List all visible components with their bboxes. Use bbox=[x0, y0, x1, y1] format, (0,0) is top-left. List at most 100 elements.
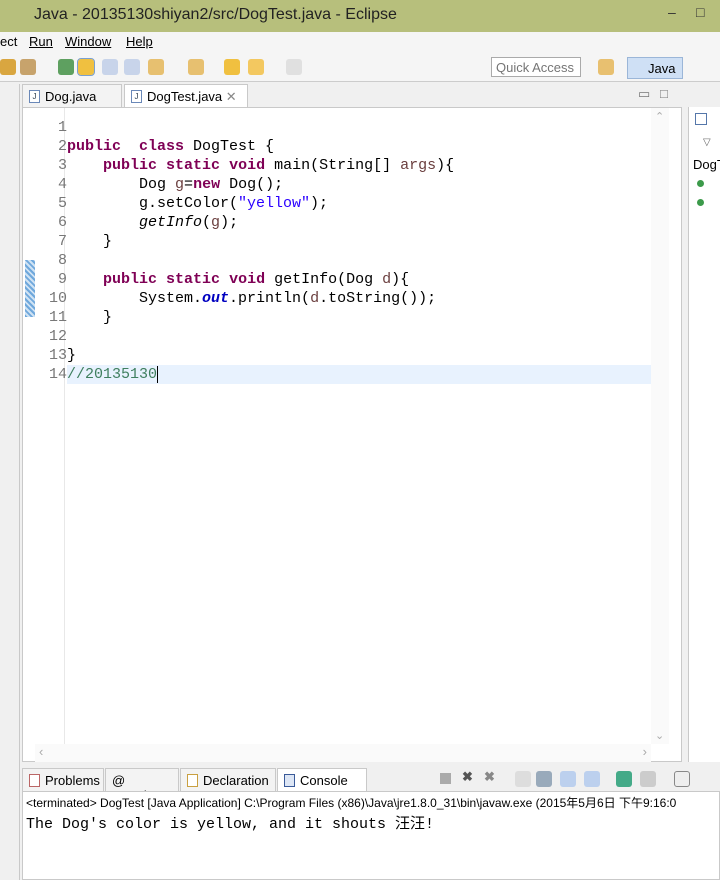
maximize-editor-icon[interactable]: □ bbox=[660, 86, 668, 101]
java-perspective-button[interactable]: Java bbox=[627, 57, 683, 79]
code-token: Dog bbox=[67, 176, 176, 193]
change-marker bbox=[25, 260, 35, 317]
quick-access-input[interactable] bbox=[491, 57, 581, 77]
console-icon bbox=[284, 774, 295, 787]
code-token: g bbox=[211, 214, 221, 231]
line-number: 7 bbox=[57, 233, 67, 250]
horizontal-scrollbar[interactable]: ‹ › bbox=[35, 744, 651, 762]
code-line[interactable]: } bbox=[67, 308, 651, 327]
code-editor[interactable]: 1 2 3 4 5 6 7 8 9 10 11 12 13 14 public class DogTest… bbox=[22, 107, 682, 762]
code-line[interactable]: } bbox=[67, 346, 651, 365]
console-view[interactable]: <terminated> DogTest [Java Application] … bbox=[22, 791, 720, 880]
code-token: getInfo(Dog bbox=[265, 271, 383, 288]
code-line[interactable]: //20135130 bbox=[67, 365, 651, 384]
tab-dog-java[interactable]: J Dog.java bbox=[22, 84, 122, 107]
menu-run[interactable]: Run bbox=[29, 34, 53, 49]
line-number: 4 bbox=[57, 176, 67, 193]
code-token: static bbox=[166, 271, 221, 288]
line-number: 13 bbox=[48, 347, 67, 364]
show-on-stderr-icon[interactable] bbox=[584, 771, 600, 787]
scroll-lock-icon[interactable] bbox=[536, 771, 552, 787]
forward-icon[interactable] bbox=[286, 59, 302, 75]
line-number: 9 bbox=[57, 271, 67, 288]
code-token: .println( bbox=[229, 290, 311, 307]
view-menu-icon[interactable]: ▽ bbox=[703, 137, 711, 148]
tab-javadoc[interactable]: @ Javadoc bbox=[105, 768, 179, 803]
line-number: 5 bbox=[57, 195, 67, 212]
code-line[interactable] bbox=[67, 251, 651, 270]
run-external-icon[interactable] bbox=[20, 59, 36, 75]
code-line[interactable]: g.setColor("yellow"); bbox=[67, 194, 651, 213]
pin-console-icon[interactable] bbox=[616, 771, 632, 787]
close-icon[interactable]: ✕ bbox=[226, 89, 237, 104]
code-token: static bbox=[166, 157, 221, 174]
tab-dogtest-java[interactable]: J DogTest.java ✕ bbox=[124, 84, 248, 107]
tab-problems[interactable]: Problems bbox=[22, 768, 104, 791]
last-edit-icon[interactable] bbox=[224, 59, 240, 75]
code-line[interactable]: public static void main(String[] args){ bbox=[67, 156, 651, 175]
code-token: = bbox=[184, 176, 194, 193]
mark-occurrences-icon[interactable] bbox=[77, 58, 95, 76]
console-output: The Dog's color is yellow, and it shouts… bbox=[26, 816, 435, 833]
previous-annotation-icon[interactable] bbox=[188, 59, 204, 75]
console-status: <terminated> DogTest [Java Application] … bbox=[26, 796, 677, 810]
console-tabs: Problems @ Javadoc Declaration Console ✕… bbox=[22, 768, 720, 803]
show-whitespace-icon[interactable] bbox=[124, 59, 140, 75]
next-annotation-icon[interactable] bbox=[148, 59, 164, 75]
java-file-icon: J bbox=[131, 90, 142, 103]
maximize-button[interactable]: □ bbox=[696, 4, 704, 20]
method-icon[interactable] bbox=[697, 199, 704, 206]
minimize-button[interactable]: – bbox=[668, 4, 676, 20]
code-line[interactable]: System.out.println(d.toString()); bbox=[67, 289, 651, 308]
menu-project[interactable]: ect bbox=[0, 34, 17, 49]
remove-launch-icon[interactable]: ✖ bbox=[462, 769, 473, 785]
code-token: ){ bbox=[436, 157, 455, 174]
clear-console-icon[interactable] bbox=[515, 771, 531, 787]
line-number: 8 bbox=[57, 252, 67, 269]
menu-window[interactable]: Window bbox=[65, 34, 111, 49]
display-console-icon[interactable] bbox=[640, 771, 656, 787]
line-number: 3 bbox=[57, 157, 67, 174]
code-line[interactable]: public class DogTest { bbox=[67, 137, 651, 156]
terminate-icon[interactable] bbox=[440, 773, 451, 784]
block-selection-icon[interactable] bbox=[102, 59, 118, 75]
code-line[interactable] bbox=[67, 118, 651, 137]
minimize-editor-icon[interactable]: ▭ bbox=[638, 86, 650, 102]
outline-panel: ▽ DogT bbox=[688, 107, 720, 762]
code-token: public bbox=[67, 138, 122, 155]
tab-console[interactable]: Console ✕ bbox=[277, 768, 367, 803]
tab-declaration[interactable]: Declaration bbox=[180, 768, 276, 791]
vertical-scrollbar[interactable]: ⌃ ⌄ bbox=[651, 108, 669, 744]
code-token: class bbox=[139, 138, 185, 155]
remove-all-launches-icon[interactable]: ✖ bbox=[484, 769, 495, 785]
editor-tabs: J Dog.java J DogTest.java ✕ ▭ □ bbox=[22, 84, 682, 107]
code-token: args bbox=[400, 157, 437, 174]
search-icon[interactable] bbox=[58, 59, 74, 75]
code-token: } bbox=[67, 309, 113, 326]
open-console-icon[interactable] bbox=[674, 771, 690, 787]
code-token: //20135130 bbox=[67, 366, 158, 383]
method-icon[interactable] bbox=[697, 180, 704, 187]
collapse-all-icon[interactable] bbox=[695, 113, 707, 125]
open-perspective-icon[interactable] bbox=[598, 59, 614, 75]
code-line[interactable] bbox=[67, 327, 651, 346]
code-token: ){ bbox=[391, 271, 410, 288]
code-token: new bbox=[193, 176, 221, 193]
code-token: "yellow" bbox=[238, 195, 311, 212]
line-number: 12 bbox=[48, 328, 67, 345]
show-on-stdout-icon[interactable] bbox=[560, 771, 576, 787]
code-line[interactable]: } bbox=[67, 232, 651, 251]
open-type-icon[interactable] bbox=[0, 59, 16, 75]
tab-label: Dog.java bbox=[45, 89, 97, 104]
text-cursor bbox=[157, 366, 159, 383]
menu-help[interactable]: Help bbox=[126, 34, 153, 49]
code-line[interactable]: Dog g=new Dog(); bbox=[67, 175, 651, 194]
back-icon[interactable] bbox=[248, 59, 264, 75]
code-line[interactable]: getInfo(g); bbox=[67, 213, 651, 232]
tab-label: Declaration bbox=[203, 773, 269, 788]
problems-icon bbox=[29, 774, 40, 787]
code-line[interactable]: public static void getInfo(Dog d){ bbox=[67, 270, 651, 289]
